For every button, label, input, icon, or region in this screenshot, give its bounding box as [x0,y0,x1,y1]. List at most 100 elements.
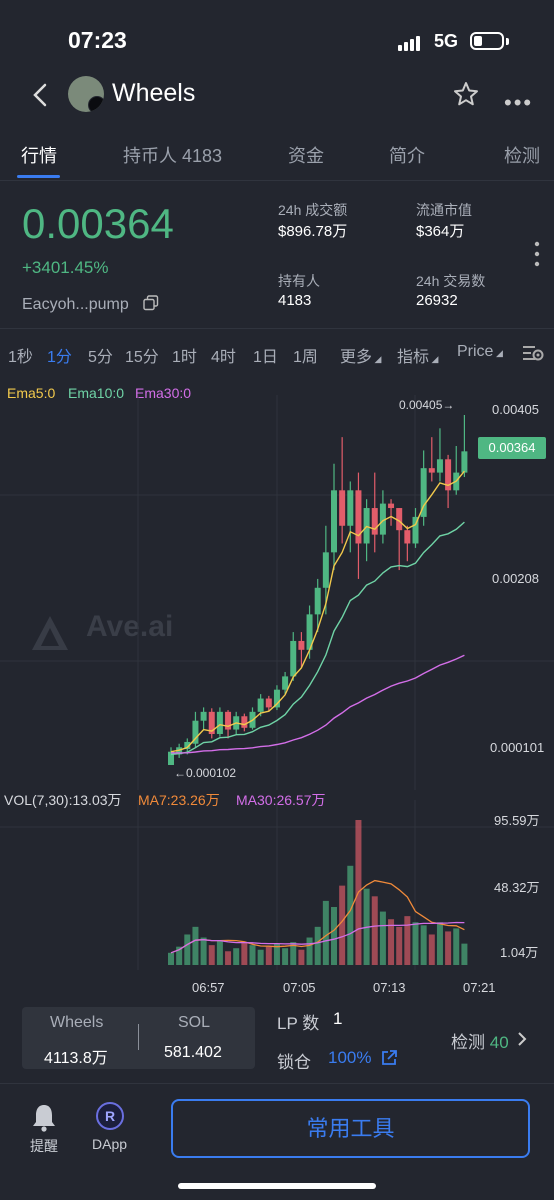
vol-axis-mid: 48.32万 [494,880,540,895]
price-dropdown[interactable]: Price ◢ [457,343,503,361]
pair-divider [138,1024,139,1050]
network-type: 5G [434,31,459,51]
pair-right-value: 581.402 [164,1044,222,1061]
price-axis-mid: 0.00208 [492,571,539,586]
token-title: Wheels [112,79,196,107]
detect-link[interactable]: 检测 40 [451,1028,509,1053]
external-link-icon[interactable] [380,1049,398,1067]
volume-bar [322,900,329,965]
volume-bar [445,931,452,965]
candle [461,451,468,473]
dropdown-icon: ◢ [493,348,503,358]
ema30-line [170,654,465,754]
candle [331,490,337,553]
candle [404,530,411,544]
candle [436,459,443,473]
timeframe-15m[interactable]: 15分 [125,343,159,367]
volume-bar [225,951,232,965]
indicator-label: 指标 [397,349,430,366]
high-annotation: 0.00405→ [399,398,455,412]
divider [0,328,554,329]
candle [265,698,272,708]
nav-alert-label[interactable]: 提醒 [30,1136,58,1156]
tab-market[interactable]: 行情 [21,142,57,168]
timeframe-1s[interactable]: 1秒 [8,343,33,367]
divider [0,180,554,181]
volume-bar [282,948,289,965]
vol-axis-low: 1.04万 [500,945,539,960]
candlestick-chart[interactable] [0,395,554,790]
volume-bar [208,945,215,965]
stat-label: 流通市值 [416,202,472,218]
home-indicator [178,1183,376,1189]
volume-bar [420,925,427,965]
more-icon[interactable]: ••• [504,90,533,116]
stat-label: 24h 交易数 [416,273,486,289]
ema10-line [170,521,465,756]
current-price: 0.00364 [22,200,174,247]
tab-intro[interactable]: 简介 [389,142,425,168]
volume-bar [339,885,346,965]
tab-active-indicator [17,175,60,178]
candle [282,676,289,690]
tab-holders[interactable]: 持币人 4183 [123,142,222,168]
copy-icon[interactable] [143,295,159,311]
chevron-right-icon[interactable] [516,1030,528,1048]
candle [200,711,207,721]
battery-icon [470,32,504,50]
chart-grid [0,395,554,790]
timeframe-1h[interactable]: 1时 [172,343,197,367]
volume-bar [298,949,305,965]
chart-settings-icon[interactable] [522,343,544,363]
vol-axis-high: 95.59万 [494,813,540,828]
common-tools-button[interactable]: 常用工具 [171,1099,530,1158]
timeframe-5m[interactable]: 5分 [88,343,113,367]
indicator-dropdown[interactable]: 指标 ◢ [397,343,438,367]
star-icon[interactable] [452,80,480,108]
price-mode-label: Price [457,343,494,360]
candle [347,490,354,526]
timeframe-more[interactable]: 更多 ◢ [340,343,381,367]
dapp-icon[interactable]: R [96,1102,124,1130]
timeframe-1m[interactable]: 1分 [47,343,72,367]
chain-badge-icon [88,96,104,112]
stat-label: 24h 成交额 [278,202,348,218]
back-arrow-icon[interactable] [30,80,52,110]
volume-bar [396,926,403,965]
tab-funds[interactable]: 资金 [288,142,324,168]
volume-bar [331,907,337,965]
more-label: 更多 [340,349,373,366]
volume-bar [314,926,321,965]
volume-bar [404,916,411,965]
volume-chart[interactable] [0,800,554,970]
token-avatar [68,76,104,112]
battery-tip [506,38,509,45]
detect-label: 检测 [451,1033,485,1052]
stat-value: 4183 [278,292,312,309]
stat-value: $364万 [416,223,465,240]
current-price-tag: 0.00364 [478,437,546,459]
lock-value[interactable]: 100% [328,1048,371,1068]
stat-value: $896.78万 [278,223,348,240]
volume-bar [249,945,256,965]
status-time: 07:23 [68,27,127,53]
volume-bar [241,942,248,965]
timeframe-4h[interactable]: 4时 [211,343,236,367]
stat-value: 26932 [416,292,458,309]
candle [298,640,305,650]
dropdown-icon: ◢ [429,354,439,364]
volume-bar [436,922,443,965]
signal-icon [398,35,422,51]
timeframe-1d[interactable]: 1日 [253,343,278,367]
contract-address: Eacyoh...pump [22,296,129,313]
low-annotation: ←0.000102 [174,766,237,780]
tab-check[interactable]: 检测 [504,142,540,168]
pair-left-value: 4113.8万 [44,1050,108,1067]
nav-dapp-label[interactable]: DApp [92,1136,127,1152]
volume-bar [371,896,378,965]
bell-icon[interactable] [30,1102,58,1132]
pair-left-label: Wheels [50,1014,104,1031]
vertical-more-icon[interactable] [534,240,540,268]
timeframe-1w[interactable]: 1周 [293,343,318,367]
x-axis-label: 07:21 [463,980,496,995]
